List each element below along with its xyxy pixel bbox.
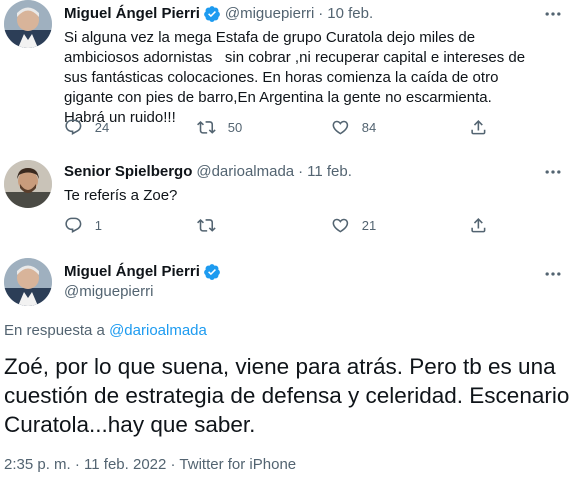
like-icon <box>332 218 349 233</box>
share-icon <box>471 218 486 233</box>
author-name[interactable]: Senior Spielbergo <box>64 162 192 182</box>
like-count: 84 <box>361 119 377 135</box>
tweet-meta: 2:35 p. m. · 11 feb. 2022 · Twitter for … <box>4 455 296 475</box>
tweet-header: Miguel Ángel Pierri @miguepierri · 10 fe… <box>64 4 373 24</box>
author-name-row: Miguel Ángel Pierri <box>64 262 225 282</box>
author-handle[interactable]: @darioalmada <box>196 162 294 182</box>
tweet-date[interactable]: 11 feb. <box>307 162 352 182</box>
reply-button[interactable]: 24 <box>64 118 109 137</box>
separator: · <box>74 456 80 473</box>
more-icon[interactable] <box>543 264 563 284</box>
author-handle[interactable]: @miguepierri <box>225 4 314 24</box>
tweet-actions: 24 50 84 <box>64 118 504 138</box>
reply-button[interactable]: 1 <box>64 216 102 235</box>
author-name[interactable]: Miguel Ángel Pierri <box>64 4 200 24</box>
reply-count: 24 <box>94 119 110 135</box>
tweet-time[interactable]: 2:35 p. m. <box>4 456 71 473</box>
tweet-full-date[interactable]: 11 feb. 2022 <box>84 456 166 473</box>
share-icon <box>471 120 486 135</box>
tweet-header: Senior Spielbergo @darioalmada · 11 feb. <box>64 162 352 182</box>
separator: · <box>318 5 324 22</box>
author-name[interactable]: Miguel Ángel Pierri <box>64 262 200 282</box>
separator: · <box>170 456 176 473</box>
main-tweet-text: Zoé, por lo que suena, viene para atrás.… <box>4 354 570 437</box>
reply-icon <box>65 217 82 233</box>
retweet-count: 50 <box>227 119 243 135</box>
avatar[interactable] <box>4 258 52 306</box>
more-icon[interactable] <box>543 162 563 182</box>
retweet-button[interactable]: 50 <box>197 118 242 137</box>
verified-badge-icon <box>203 264 220 280</box>
retweet-icon <box>197 121 216 134</box>
reply-count: 1 <box>94 217 102 233</box>
retweet-button[interactable] <box>197 216 228 235</box>
tweet-actions: 1 21 <box>64 216 504 236</box>
verified-badge-icon <box>203 6 220 22</box>
separator: · <box>298 163 304 180</box>
retweet-icon <box>197 219 216 232</box>
reply-icon <box>65 119 82 135</box>
tweet-source[interactable]: Twitter for iPhone <box>179 456 296 473</box>
like-icon <box>332 120 349 135</box>
like-button[interactable]: 21 <box>331 216 376 235</box>
tweet-date[interactable]: 10 feb. <box>327 4 373 24</box>
author-handle[interactable]: @miguepierri <box>64 282 153 302</box>
avatar[interactable] <box>4 0 52 48</box>
share-button[interactable] <box>469 216 488 235</box>
more-icon[interactable] <box>543 4 563 24</box>
tweet-text: Te referís a Zoe? <box>64 187 178 204</box>
reply-handle-link[interactable]: @darioalmada <box>109 322 207 339</box>
like-button[interactable]: 84 <box>331 118 376 137</box>
tweet-text: Si alguna vez la mega Estafa de grupo Cu… <box>64 29 530 126</box>
reply-context: En respuesta a @darioalmada <box>4 321 207 341</box>
share-button[interactable] <box>469 118 488 137</box>
like-count: 21 <box>361 217 377 233</box>
avatar[interactable] <box>4 160 52 208</box>
reply-prefix: En respuesta a <box>4 322 105 339</box>
